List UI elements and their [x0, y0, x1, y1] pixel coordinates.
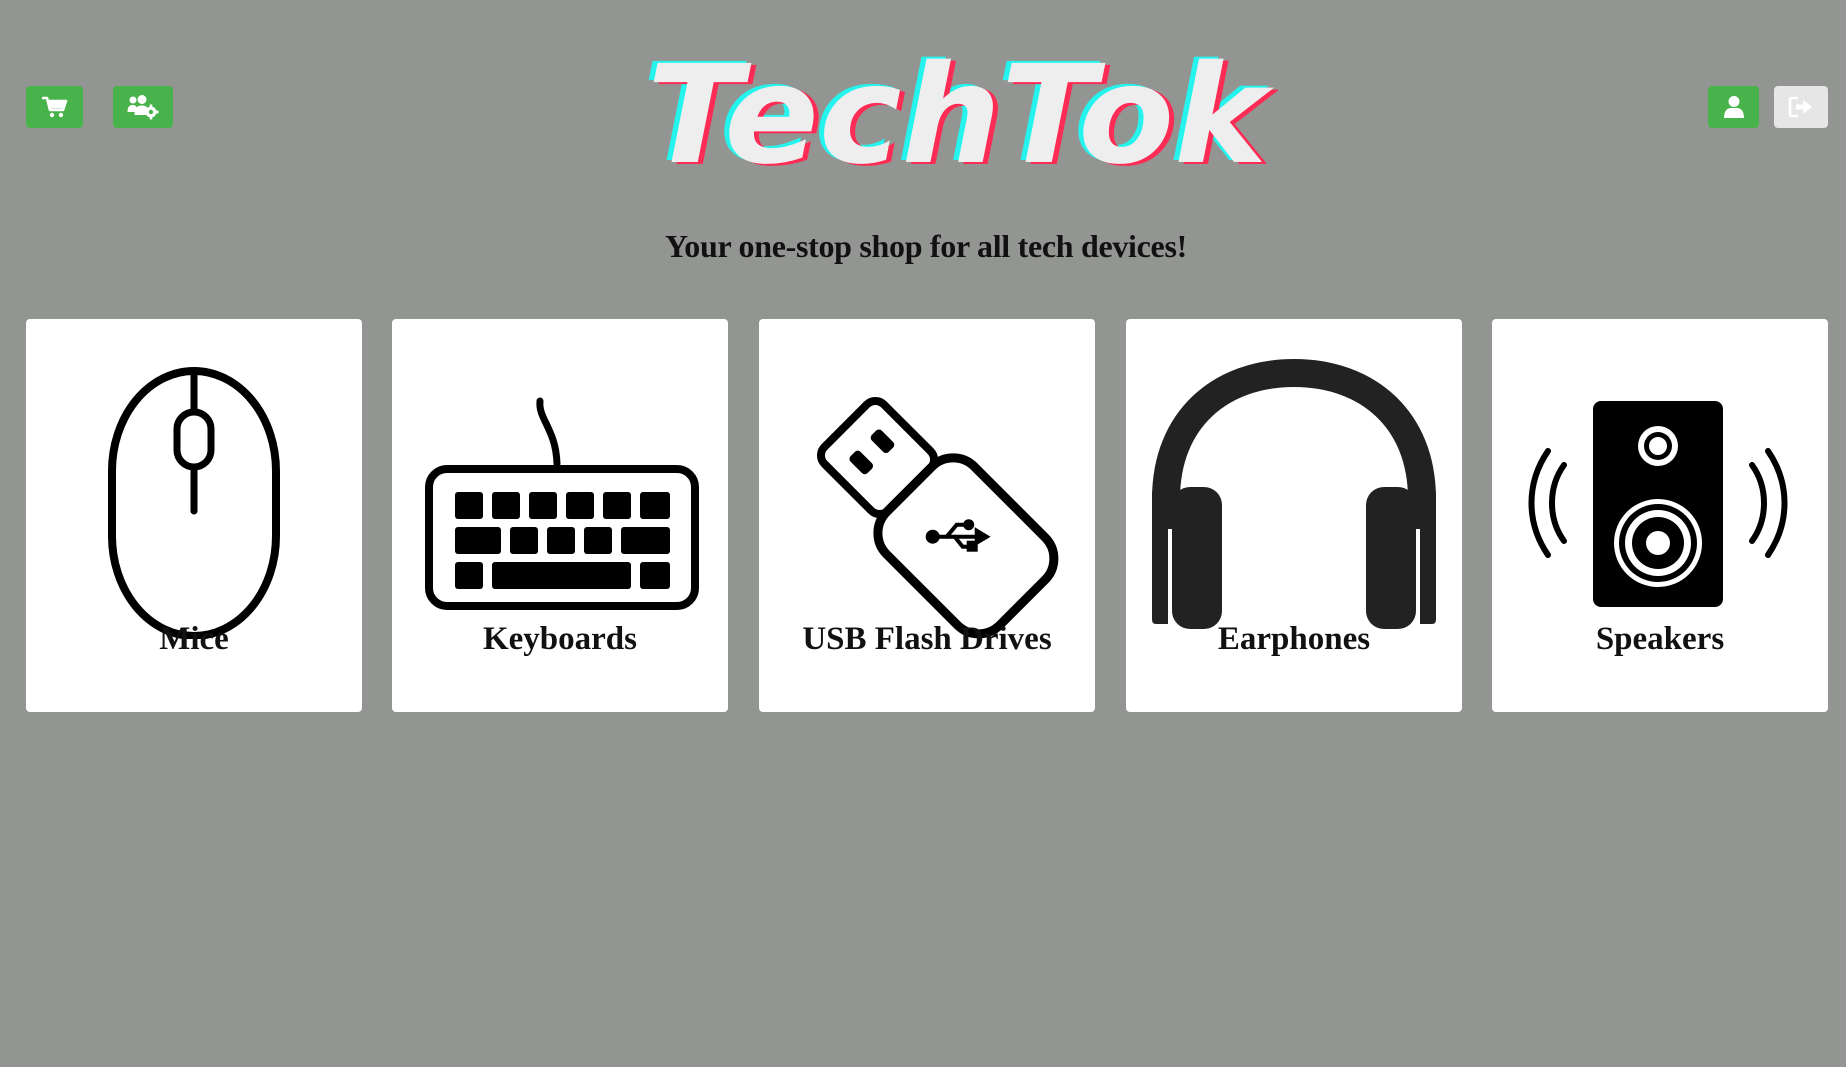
usb-flash-drive-icon	[759, 339, 1095, 639]
keyboard-icon	[392, 339, 728, 639]
category-grid: Mice Keyboards USB Flash Drives Earphone…	[26, 319, 1828, 712]
category-card-usb-flash-drives[interactable]: USB Flash Drives	[759, 319, 1095, 712]
brand-name: TechTok	[647, 42, 1275, 177]
mouse-icon	[26, 339, 362, 640]
logout-button[interactable]	[1774, 86, 1828, 128]
category-label: USB Flash Drives	[802, 621, 1052, 657]
category-card-earphones[interactable]: Earphones	[1126, 319, 1462, 712]
category-card-speakers[interactable]: Speakers	[1492, 319, 1828, 712]
user-icon	[1723, 95, 1745, 119]
category-label: Keyboards	[482, 621, 637, 657]
category-label: Speakers	[1595, 621, 1725, 657]
speaker-icon	[1492, 339, 1828, 639]
category-card-mice[interactable]: Mice	[26, 319, 362, 712]
users-cog-icon	[127, 94, 159, 120]
headphones-icon	[1126, 339, 1462, 639]
tagline: Your one-stop shop for all tech devices!	[665, 228, 1187, 264]
category-label: Earphones	[1217, 621, 1371, 657]
category-label: Mice	[159, 621, 229, 657]
sign-out-icon	[1788, 96, 1814, 118]
cart-button[interactable]	[26, 86, 83, 128]
category-card-keyboards[interactable]: Keyboards	[392, 319, 728, 712]
account-button[interactable]	[1708, 86, 1759, 128]
community-button[interactable]	[113, 86, 173, 128]
brand-logo: TechTok TechTok TechTok	[628, 35, 1280, 197]
shopping-cart-icon	[41, 96, 68, 118]
